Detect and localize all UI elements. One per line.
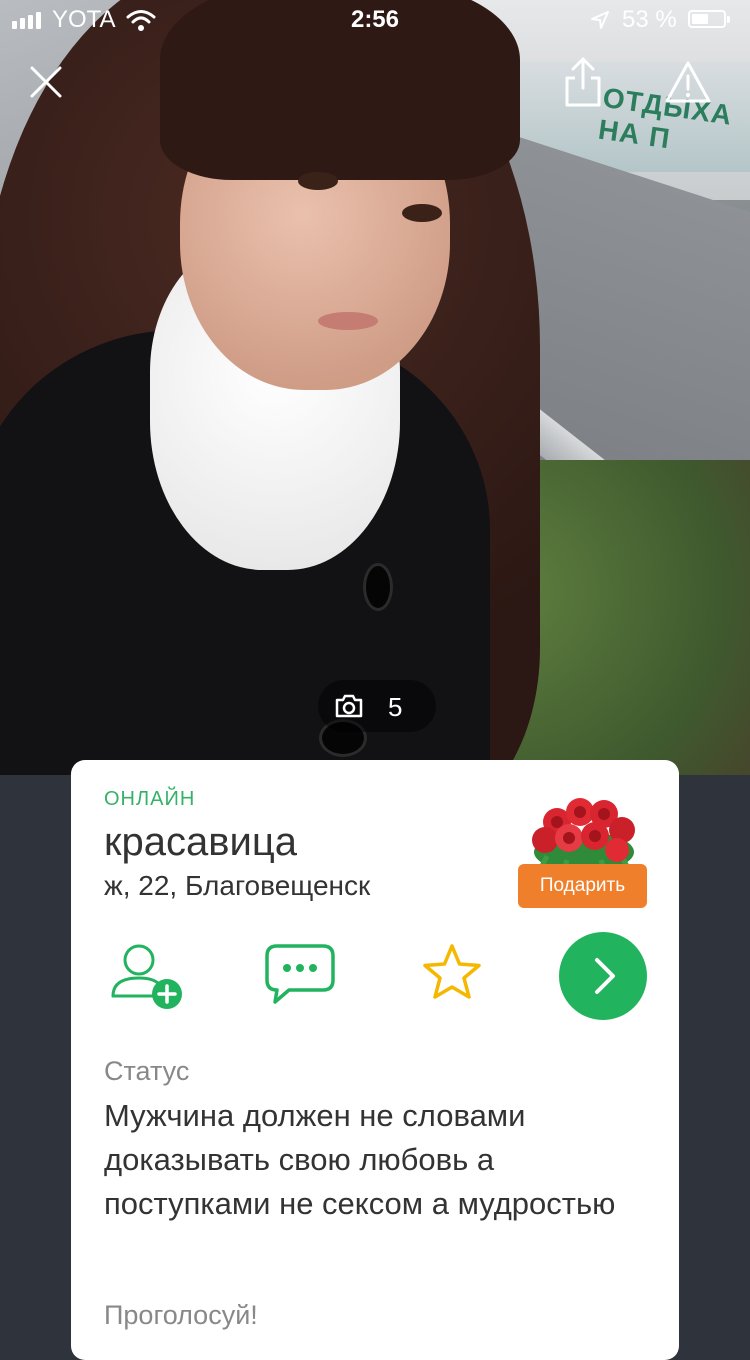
status-bar: YOTA 2:56 53 % — [0, 0, 750, 40]
profile-name: красавица — [104, 820, 297, 864]
next-profile-button[interactable] — [559, 932, 647, 1020]
photo-eye-left — [298, 172, 338, 190]
close-icon[interactable] — [28, 64, 64, 100]
add-friend-icon[interactable] — [109, 942, 185, 1012]
photo-counter[interactable]: 5 — [318, 680, 436, 732]
warning-icon[interactable] — [664, 60, 712, 104]
star-icon[interactable] — [421, 942, 483, 1004]
battery-percent: 53 % — [622, 6, 677, 33]
battery-icon — [688, 10, 726, 28]
battery-fill — [692, 14, 708, 24]
profile-meta: ж, 22, Благовещенск — [104, 870, 371, 901]
photo-count-value: 5 — [388, 692, 403, 722]
battery-tip — [727, 16, 730, 23]
status-text: Мужчина должен не словами доказывать сво… — [104, 1098, 616, 1221]
location-arrow-icon — [591, 11, 609, 29]
message-icon[interactable] — [263, 942, 337, 1008]
chevron-right-icon — [595, 958, 615, 994]
camera-icon — [335, 694, 363, 718]
profile-card: ОНЛАЙН красавица ж, 22, Благовещенск Под… — [71, 760, 679, 1360]
status-label: Статус — [104, 1056, 190, 1086]
vote-label[interactable]: Проголосуй! — [104, 1300, 258, 1331]
photo-coat-button — [366, 566, 390, 608]
photo-eye-right — [402, 204, 442, 222]
profile-photo[interactable]: ОТДЫХА НА П — [0, 0, 750, 775]
online-status: ОНЛАЙН — [104, 788, 196, 810]
share-icon[interactable] — [562, 56, 604, 108]
gift-button[interactable]: Подарить — [518, 864, 647, 908]
photo-lips — [318, 312, 378, 330]
